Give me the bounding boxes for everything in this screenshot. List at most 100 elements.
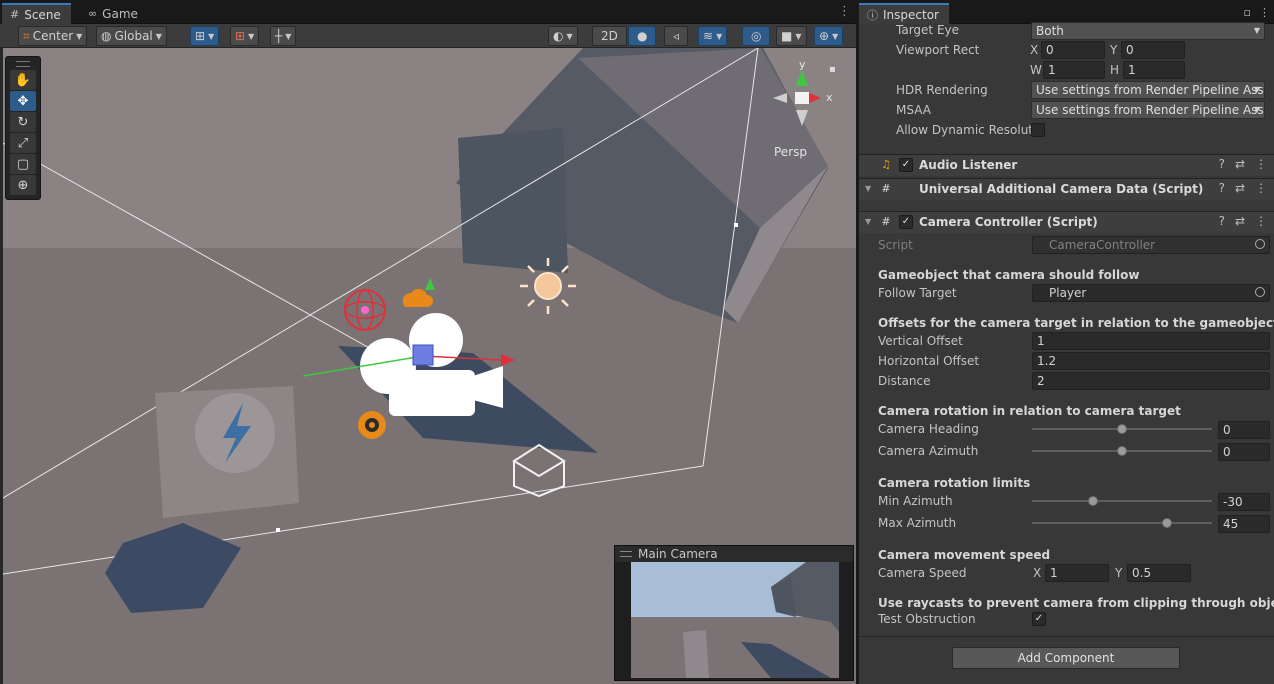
camera-heading-field[interactable]: 0 (1218, 421, 1270, 439)
component-actions: ? ⇄ ⋮ (1219, 214, 1267, 228)
camera-preview-label: Main Camera (638, 547, 718, 561)
kebab-menu-icon[interactable]: ⋮ (1255, 181, 1267, 195)
camera-azimuth-slider-thumb[interactable] (1117, 446, 1127, 456)
viewport-h-label: H (1110, 63, 1120, 77)
scale-tool-button[interactable]: ⤢ (10, 133, 36, 153)
chevron-down-icon: ▼ (285, 31, 292, 41)
hand-tool-button[interactable]: ✋ (10, 70, 36, 90)
presets-icon[interactable]: ⇄ (1235, 157, 1245, 171)
hdr-rendering-dropdown[interactable]: Use settings from Render Pipeline Asse ▼ (1031, 81, 1265, 99)
viewport-w-field[interactable]: 1 (1043, 61, 1105, 79)
vertical-offset-field[interactable]: 1 (1032, 332, 1270, 350)
more-icon[interactable]: ⋮ (838, 4, 851, 19)
draw-mode-button[interactable]: ◐ ▼ (548, 26, 578, 46)
max-azimuth-field[interactable]: 45 (1218, 515, 1270, 533)
audio-listener-header[interactable]: ♫ ✓ Audio Listener ? ⇄ ⋮ (859, 154, 1274, 176)
globe-icon: ◍ (101, 29, 112, 43)
audio-listener-enabled-checkbox[interactable]: ✓ (899, 158, 913, 172)
allow-dynamic-checkbox[interactable] (1031, 123, 1045, 137)
help-icon[interactable]: ? (1219, 157, 1225, 171)
hidden-objects-toggle[interactable]: ◎ (742, 26, 771, 46)
frustum-handle[interactable] (276, 528, 280, 532)
min-azimuth-slider-thumb[interactable] (1088, 496, 1099, 506)
test-obstruction-checkbox[interactable]: ✓ (1032, 612, 1046, 626)
palette-grip[interactable] (16, 61, 30, 67)
divider (859, 636, 1274, 637)
test-obstruction-label: Test Obstruction (878, 612, 976, 626)
persp-label[interactable]: Persp (774, 145, 807, 159)
frustum-handle[interactable] (734, 223, 738, 227)
horizontal-offset-field[interactable]: 1.2 (1032, 352, 1270, 370)
grid-visibility-button[interactable]: ┼ ▼ (270, 26, 297, 46)
msaa-dropdown[interactable]: Use settings from Render Pipeline Asse ▼ (1031, 101, 1265, 119)
camera-icon: ■ (781, 29, 793, 43)
msaa-value: Use settings from Render Pipeline Asse (1036, 103, 1265, 117)
presets-icon[interactable]: ⇄ (1235, 181, 1245, 195)
rotate-tool-button[interactable]: ↻ (10, 112, 36, 132)
object-picker-icon[interactable] (1255, 287, 1265, 297)
viewport-w-label: W (1030, 63, 1042, 77)
hdr-rendering-value: Use settings from Render Pipeline Asse (1036, 83, 1265, 97)
add-component-button[interactable]: Add Component (952, 647, 1180, 669)
chevron-down-icon: ▼ (716, 31, 723, 41)
move-tool-button[interactable]: ✥ (10, 91, 36, 111)
grid-snap-button[interactable]: ⊞ ▼ (190, 26, 220, 46)
universal-camera-data-header[interactable]: ▼ # Universal Additional Camera Data (Sc… (859, 178, 1274, 200)
effects-toggle[interactable]: ≋ ▼ (698, 26, 728, 46)
viewport-x-label: X (1030, 43, 1039, 57)
chevron-down-icon[interactable]: ▼ (865, 184, 871, 193)
camera-controller-enabled-checkbox[interactable]: ✓ (899, 215, 913, 229)
eye-slash-icon: ◎ (751, 29, 762, 43)
kebab-menu-icon[interactable]: ⋮ (1255, 157, 1267, 171)
chevron-down-icon: ▼ (832, 31, 839, 41)
gizmos-button[interactable]: ⊕ ▼ (814, 26, 844, 46)
headphones-icon: ♫ (881, 158, 891, 171)
chevron-down-icon[interactable]: ▼ (865, 217, 871, 226)
help-icon[interactable]: ? (1219, 181, 1225, 195)
viewport-y-field[interactable]: 0 (1121, 41, 1185, 59)
min-azimuth-slider-track[interactable] (1032, 500, 1212, 502)
tab-scene[interactable]: # Scene (2, 3, 71, 24)
toggle-2d-button[interactable]: 2D (592, 26, 627, 46)
camera-settings-button[interactable]: ■ ▼ (776, 26, 807, 46)
move-handle-plane[interactable] (412, 344, 434, 366)
max-azimuth-slider-track[interactable] (1032, 522, 1212, 524)
tab-inspector-label: Inspector (883, 7, 939, 22)
target-eye-dropdown[interactable]: Both ▼ (1031, 22, 1265, 40)
camera-preview: Main Camera (614, 545, 854, 681)
increment-snap-button[interactable]: ⊞ ▼ (230, 26, 260, 46)
follow-target-field[interactable]: Player (1032, 284, 1270, 302)
kebab-menu-icon[interactable]: ⋮ (1255, 214, 1267, 228)
camera-speed-x-field[interactable]: 1 (1045, 564, 1109, 582)
camera-azimuth-field[interactable]: 0 (1218, 443, 1270, 461)
viewport-h-field[interactable]: 1 (1123, 61, 1185, 79)
tab-inspector[interactable]: ⓘ Inspector (859, 3, 949, 24)
space-dropdown[interactable]: ◍ Global ▼ (96, 26, 167, 46)
section-raycast-heading: Use raycasts to prevent camera from clip… (878, 596, 1274, 610)
distance-field[interactable]: 2 (1032, 372, 1270, 390)
pivot-dropdown[interactable]: ⌗ Center ▼ (18, 26, 88, 46)
lighting-toggle[interactable]: ● (628, 26, 657, 46)
min-azimuth-label: Min Azimuth (878, 494, 953, 508)
camera-controller-header[interactable]: ▼ # ✓ Camera Controller (Script) ? ⇄ ⋮ (859, 211, 1274, 233)
min-azimuth-field[interactable]: -30 (1218, 493, 1270, 511)
lock-icon[interactable]: ▫ (1244, 6, 1251, 19)
camera-heading-slider-thumb[interactable] (1117, 424, 1127, 434)
presets-icon[interactable]: ⇄ (1235, 214, 1245, 228)
viewport-x-field[interactable]: 0 (1041, 41, 1105, 59)
max-azimuth-slider-thumb[interactable] (1162, 518, 1172, 528)
camera-speed-y-field[interactable]: 0.5 (1127, 564, 1191, 582)
transform-tool-button[interactable]: ⊕ (10, 175, 36, 195)
script-field: CameraController (1032, 236, 1270, 254)
audio-toggle[interactable]: ◃ (664, 26, 689, 46)
target-eye-value: Both (1036, 24, 1064, 38)
tab-game-label: Game (102, 6, 138, 21)
rect-tool-button[interactable]: ▢ (10, 154, 36, 174)
lightbulb-icon: ● (637, 29, 648, 43)
lock-icon[interactable]: ▪ (829, 64, 836, 75)
tab-game[interactable]: ∞ Game (80, 3, 148, 24)
camera-preview-title[interactable]: Main Camera (615, 546, 853, 562)
help-icon[interactable]: ? (1219, 214, 1225, 228)
effects-icon: ≋ (703, 29, 714, 43)
more-icon[interactable]: ⋮ (1259, 6, 1270, 19)
